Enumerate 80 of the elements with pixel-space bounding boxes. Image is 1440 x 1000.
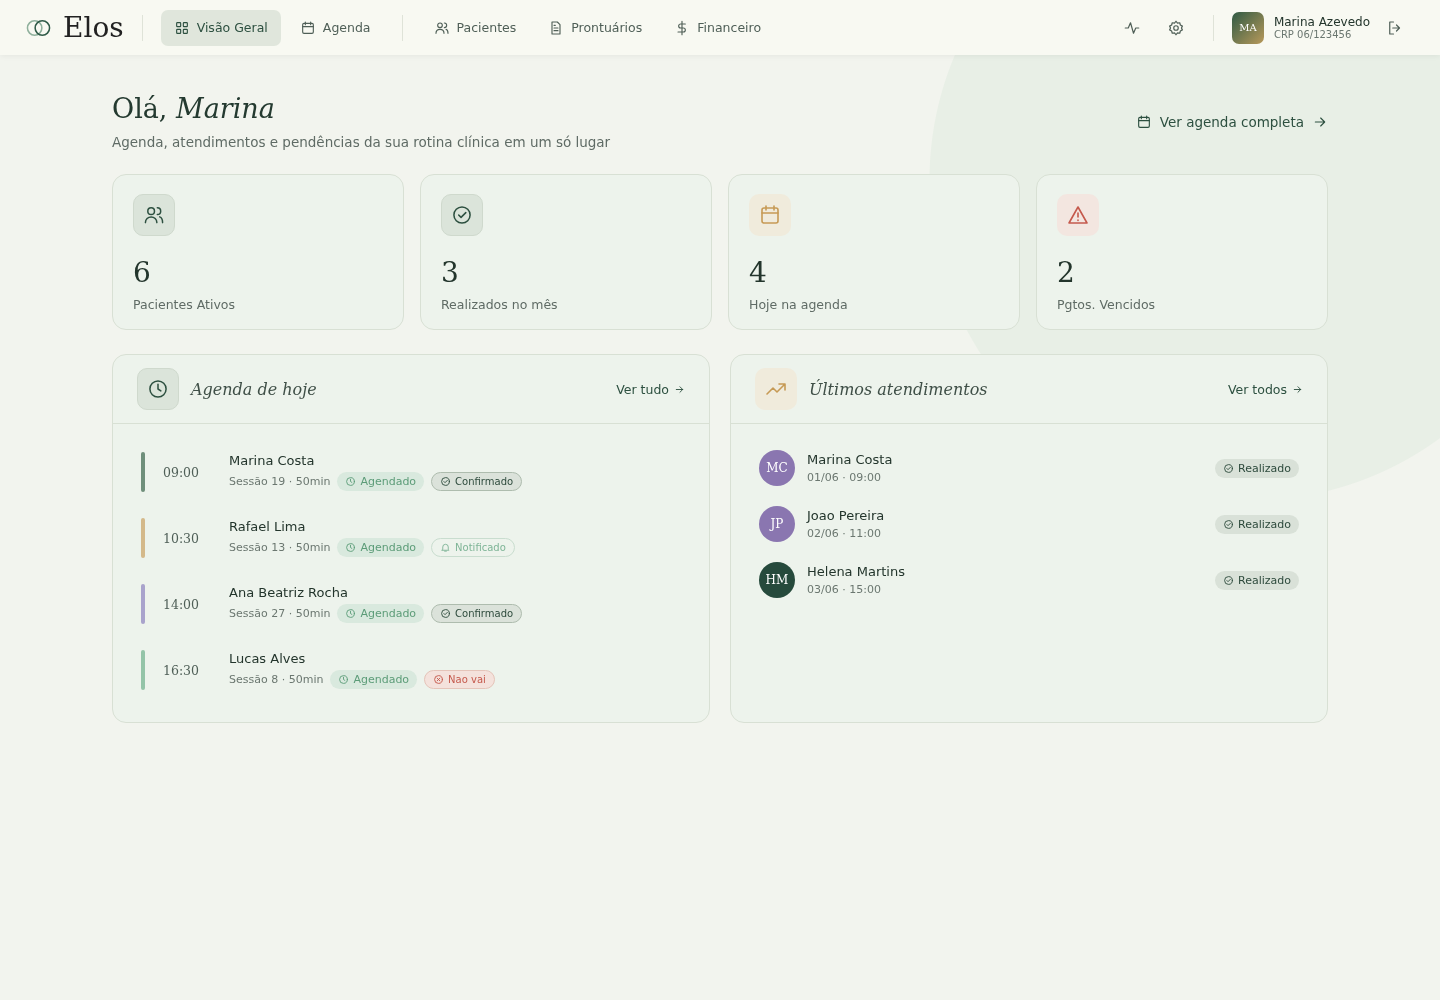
stat-label: Realizados no mês [441, 297, 559, 312]
patient-name: Ana Beatriz Rocha [229, 585, 349, 600]
appointment-time: 14:00 [163, 596, 201, 612]
logo-icon [26, 18, 51, 37]
patient-name: Marina Costa [229, 453, 316, 468]
patient-avatar: HM [759, 562, 795, 598]
patient-name: Helena Martins [807, 564, 905, 579]
status-tag: Realizado [1215, 570, 1299, 590]
patient-name: Marina Costa [807, 452, 893, 467]
see-all-link[interactable]: Ver tudo [616, 381, 685, 397]
stat-value: 3 [441, 256, 460, 289]
clock-icon [345, 476, 357, 487]
appointment-date: 02/06 · 11:00 [807, 527, 882, 540]
session-info: Sessão 27 · 50min [229, 607, 331, 620]
bell-icon [440, 542, 452, 553]
stat-value: 6 [133, 256, 152, 289]
settings-icon[interactable] [1166, 18, 1185, 37]
appointment-date: 01/06 · 09:00 [807, 471, 882, 484]
user-avatar[interactable]: MA [1231, 11, 1264, 44]
status-tag: Realizado [1215, 458, 1299, 478]
nav-tab[interactable]: Pacientes [420, 9, 530, 46]
users-icon [433, 19, 450, 36]
session-info: Sessão 13 · 50min [229, 541, 331, 554]
appointment-date: 03/06 · 15:00 [807, 583, 882, 596]
xcircle-icon [433, 674, 445, 685]
patient-name: Rafael Lima [229, 519, 307, 534]
status-tag: Realizado [1215, 514, 1299, 534]
check-icon [1223, 518, 1234, 530]
status-tag: Agendado [337, 472, 425, 491]
greeting: Olá, Marina [112, 93, 276, 124]
arrow-right-icon [674, 383, 685, 395]
users-icon [133, 194, 175, 236]
clock-icon [345, 542, 357, 553]
nav-tab[interactable]: Visão Geral [160, 9, 281, 46]
patient-avatar: JP [759, 506, 795, 542]
see-all-link[interactable]: Ver todos [1227, 381, 1303, 397]
clock-icon [137, 368, 179, 410]
user-name: Marina Azevedo [1273, 15, 1370, 29]
stat-label: Pacientes Ativos [133, 297, 236, 312]
status-tag: Agendado [337, 604, 425, 623]
status-tag: Nao vai [424, 670, 495, 689]
status-tag: Confirmado [431, 604, 523, 623]
clock-icon [338, 674, 350, 685]
full-agenda-link[interactable]: Ver agenda completa [1135, 113, 1328, 130]
alert-icon [1057, 194, 1099, 236]
nav-tab[interactable]: Agenda [286, 9, 384, 46]
clock-icon [345, 608, 357, 619]
status-tag: Confirmado [431, 472, 523, 491]
session-info: Sessão 8 · 50min [229, 673, 324, 686]
appointment-time: 10:30 [163, 530, 201, 546]
check-icon [440, 476, 452, 487]
arrow-right-icon [1292, 383, 1303, 395]
user-registration: CRP 06/123456 [1273, 29, 1353, 40]
calendar-icon [749, 194, 791, 236]
stat-label: Pgtos. Vencidos [1057, 297, 1157, 312]
nav-tab[interactable]: Prontuários [535, 9, 656, 46]
grid-icon [173, 19, 190, 36]
appointment-time: 09:00 [163, 464, 201, 480]
panel-title: Últimos atendimentos [809, 379, 988, 399]
calendar-icon [299, 19, 316, 36]
stat-value: 4 [749, 256, 768, 289]
check-icon [1223, 462, 1234, 474]
appointment-time: 16:30 [163, 662, 201, 678]
status-tag: Agendado [337, 538, 425, 557]
subtitle: Agenda, atendimentos e pendências da sua rotina clínica em um só lugar [112, 134, 611, 150]
check-icon [1223, 574, 1234, 586]
nav-tab[interactable]: Financeiro [661, 9, 775, 46]
stat-label: Hoje na agenda [749, 297, 849, 312]
trend-icon [755, 368, 797, 410]
patient-name: Joao Pereira [807, 508, 885, 523]
check-icon [440, 608, 452, 619]
check-icon [441, 194, 483, 236]
session-info: Sessão 19 · 50min [229, 475, 331, 488]
calendar-icon [1135, 113, 1152, 130]
brand-name: Elos [63, 11, 124, 44]
patient-avatar: MC [759, 450, 795, 486]
status-tag: Agendado [330, 670, 418, 689]
panel-title: Agenda de hoje [191, 379, 317, 399]
stat-value: 2 [1057, 256, 1076, 289]
patient-name: Lucas Alves [229, 651, 307, 666]
